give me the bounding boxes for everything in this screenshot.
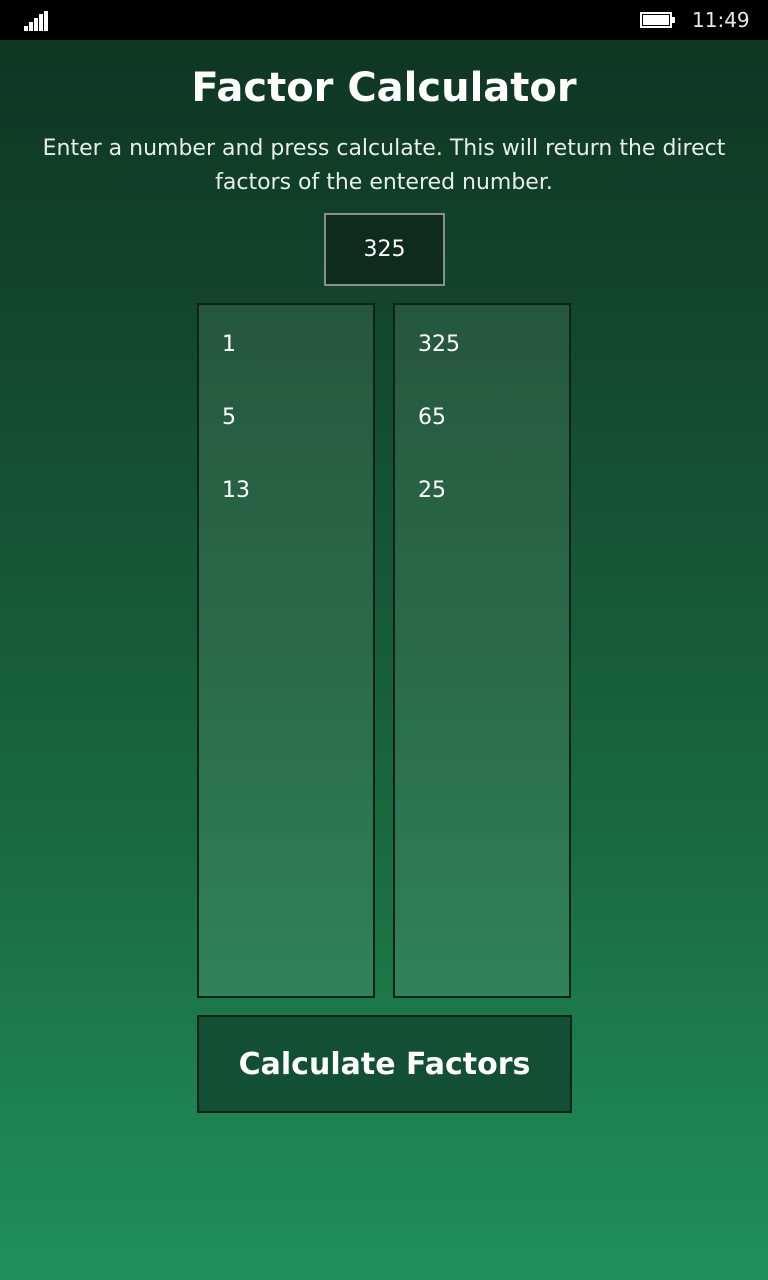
factor-item: 5 xyxy=(222,405,236,430)
factors-left-column: 1 5 13 xyxy=(197,303,375,998)
factors-right-column: 325 65 25 xyxy=(393,303,571,998)
factor-item: 25 xyxy=(418,478,446,503)
factor-item: 65 xyxy=(418,405,446,430)
page-title: Factor Calculator xyxy=(191,65,577,111)
app-screen: 11:49 Factor Calculator Enter a number a… xyxy=(0,0,768,1280)
battery-icon xyxy=(640,12,676,28)
status-bar: 11:49 xyxy=(0,0,768,40)
calculate-factors-button[interactable]: Calculate Factors xyxy=(197,1015,572,1113)
status-time: 11:49 xyxy=(692,8,750,32)
number-input[interactable] xyxy=(324,213,445,286)
factor-item: 1 xyxy=(222,332,236,357)
signal-bars-icon xyxy=(24,11,50,31)
instructions-text: Enter a number and press calculate. This… xyxy=(42,136,726,195)
factor-item: 13 xyxy=(222,478,250,503)
factor-item: 325 xyxy=(418,332,460,357)
